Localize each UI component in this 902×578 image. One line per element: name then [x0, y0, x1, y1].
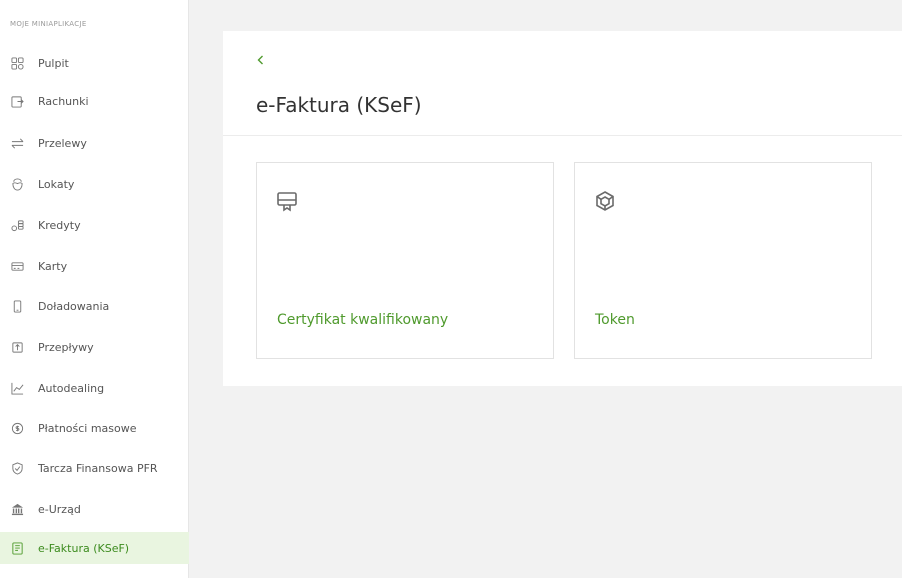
back-button[interactable] — [254, 52, 268, 68]
sidebar-item-label: Kredyty — [38, 218, 81, 232]
card-token[interactable]: Token — [574, 162, 872, 359]
sidebar: MOJE MINIAPLIKACJE Pulpit Rachunki Przel… — [0, 0, 189, 578]
sidebar-item-tarcza-finansowa[interactable]: Tarcza Finansowa PFR — [0, 453, 189, 483]
page-title: e-Faktura (KSeF) — [256, 93, 422, 117]
sidebar-item-label: Autodealing — [38, 381, 105, 395]
sidebar-header: MOJE MINIAPLIKACJE — [10, 20, 87, 28]
phone-icon — [10, 299, 24, 313]
token-cube-icon — [594, 190, 616, 212]
government-building-icon — [10, 502, 24, 516]
divider — [223, 135, 902, 136]
sidebar-item-label: Przepływy — [38, 340, 94, 354]
sidebar-item-rachunki[interactable]: Rachunki — [0, 86, 189, 116]
dashboard-icon — [10, 56, 24, 70]
sidebar-item-label: Płatności masowe — [38, 421, 137, 435]
main-panel: e-Faktura (KSeF) Certyfikat kwalifikowan… — [223, 31, 902, 386]
invoice-icon — [10, 541, 24, 555]
card-label: Token — [595, 312, 635, 328]
sidebar-item-lokaty[interactable]: Lokaty — [0, 169, 189, 199]
sidebar-item-label: e-Urząd — [38, 502, 81, 516]
sidebar-item-kredyty[interactable]: Kredyty — [0, 210, 189, 240]
chart-line-icon — [10, 381, 24, 395]
sidebar-item-przelewy[interactable]: Przelewy — [0, 128, 189, 158]
sidebar-item-label: Karty — [38, 259, 68, 273]
cashflow-icon — [10, 340, 24, 354]
sidebar-item-label: Lokaty — [38, 177, 75, 191]
sidebar-item-pulpit[interactable]: Pulpit — [0, 48, 189, 78]
sidebar-item-label: Doładowania — [38, 299, 110, 313]
sidebar-item-label: e-Faktura (KSeF) — [38, 541, 130, 555]
shield-icon — [10, 461, 24, 475]
bulk-payments-icon — [10, 421, 24, 435]
credits-icon — [10, 218, 24, 232]
sidebar-item-e-faktura[interactable]: e-Faktura (KSeF) — [0, 532, 189, 564]
sidebar-item-label: Rachunki — [38, 94, 89, 108]
sidebar-item-karty[interactable]: Karty — [0, 251, 189, 281]
sidebar-item-platnosci-masowe[interactable]: Płatności masowe — [0, 413, 189, 443]
transfer-arrows-icon — [10, 136, 24, 150]
card-label: Certyfikat kwalifikowany — [277, 312, 449, 328]
sidebar-item-autodealing[interactable]: Autodealing — [0, 373, 189, 403]
sidebar-item-przeplywy[interactable]: Przepływy — [0, 332, 189, 362]
sidebar-item-doladowania[interactable]: Doładowania — [0, 291, 189, 321]
card-certyfikat-kwalifikowany[interactable]: Certyfikat kwalifikowany — [256, 162, 554, 359]
accounts-icon — [10, 94, 24, 108]
sidebar-item-e-urzad[interactable]: e-Urząd — [0, 494, 189, 524]
sidebar-item-label: Tarcza Finansowa PFR — [38, 461, 158, 475]
sidebar-item-label: Przelewy — [38, 136, 87, 150]
chevron-left-icon — [257, 55, 263, 65]
sidebar-item-label: Pulpit — [38, 56, 69, 70]
card-icon — [10, 259, 24, 273]
certificate-icon — [276, 190, 298, 212]
deposits-icon — [10, 177, 24, 191]
